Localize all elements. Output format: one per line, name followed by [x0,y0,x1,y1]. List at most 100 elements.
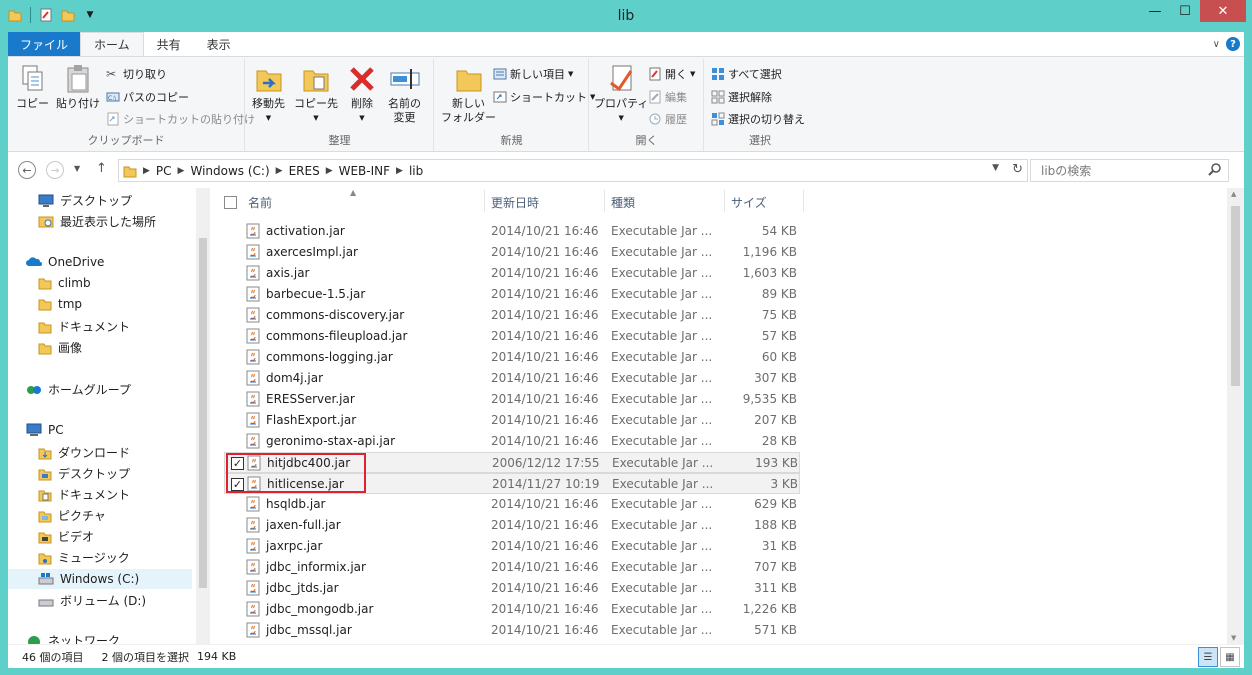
close-icon[interactable]: ✕ [1200,0,1246,22]
details-view-icon[interactable]: ☰ [1198,647,1218,667]
search-icon[interactable] [1208,163,1222,177]
file-row[interactable]: jdbc_mssql.jar 2014/10/21 16:46 Executable… [224,620,800,641]
file-row[interactable]: FlashExport.jar 2014/10/21 16:46 Executabl… [224,410,800,431]
breadcrumb-web-inf[interactable]: WEB-INF [339,164,390,178]
nav-scrollbar[interactable] [196,188,210,644]
copy-path-button[interactable]: C:\ パスのコピー [106,89,189,105]
file-list-scroll-thumb[interactable] [1231,206,1240,386]
breadcrumb-eres[interactable]: ERES [289,164,320,178]
nav-item-onedrive[interactable]: OneDrive [26,255,104,269]
column-divider[interactable] [484,190,485,212]
select-all-button[interactable]: すべて選択 [711,66,782,82]
tab-share[interactable]: 共有 [144,32,194,56]
open-button[interactable]: 開く ▼ [648,66,695,82]
column-header-size[interactable]: サイズ [731,194,767,211]
file-list-scrollbar[interactable]: ▲ ▼ [1227,188,1244,644]
nav-item-windows-c[interactable]: Windows (C:) [8,569,192,589]
file-row[interactable]: jdbc_mongodb.jar 2014/10/21 16:46 Executab… [224,599,800,620]
recent-locations-dropdown-icon[interactable]: ▼ [74,164,80,173]
column-divider[interactable] [604,190,605,212]
column-header-modified[interactable]: 更新日時 [491,194,539,211]
file-row[interactable]: commons-discovery.jar 2014/10/21 16:46 Exe… [224,305,800,326]
nav-item-documents[interactable]: ドキュメント [38,318,130,335]
select-none-button[interactable]: 選択解除 [711,89,772,105]
back-button[interactable]: ← [18,161,36,179]
minimize-icon[interactable]: — [1140,0,1170,22]
address-bar[interactable]: ▶ PC ▶ Windows (C:) ▶ ERES ▶ WEB-INF ▶ l… [118,159,1028,182]
maximize-icon[interactable]: ☐ [1170,0,1200,22]
column-header-type[interactable]: 種類 [611,194,635,211]
select-all-checkbox[interactable] [224,196,237,209]
large-icons-view-icon[interactable]: ▦ [1220,647,1240,667]
nav-item-music[interactable]: ミュージック [38,549,130,566]
chevron-right-icon[interactable]: ▶ [326,166,333,176]
file-row[interactable]: barbecue-1.5.jar 2014/10/21 16:46 Executab… [224,284,800,305]
delete-button[interactable]: 削除 ▼ [346,63,378,125]
nav-item-downloads[interactable]: ダウンロード [38,444,130,461]
file-row[interactable]: dom4j.jar 2014/10/21 16:46 Executable Jar … [224,368,800,389]
ribbon-collapse-icon[interactable]: ∨ [1213,39,1220,50]
history-button[interactable]: 履歴 [648,111,687,127]
file-row[interactable]: axercesImpl.jar 2014/10/21 16:46 Executabl… [224,242,800,263]
nav-item-pc-desktop[interactable]: デスクトップ [38,465,130,482]
help-icon[interactable]: ? [1226,37,1240,51]
tab-file[interactable]: ファイル [8,32,81,56]
file-row[interactable]: ERESServer.jar 2014/10/21 16:46 Executable… [224,389,800,410]
file-row[interactable]: hsqldb.jar 2014/10/21 16:46 Executable Jar… [224,494,800,515]
nav-item-volume-d[interactable]: ボリューム (D:) [38,592,146,609]
column-divider[interactable] [724,190,725,212]
breadcrumb-pc[interactable]: PC [156,164,172,178]
file-row[interactable]: jdbc_jtds.jar 2014/10/21 16:46 Executable … [224,578,800,599]
copy-button[interactable]: コピー [16,63,49,111]
nav-item-homegroup[interactable]: ホームグループ [26,381,131,398]
nav-item-pc[interactable]: PC [26,423,64,437]
cut-button[interactable]: ✂ 切り取り [106,66,167,82]
breadcrumb-lib[interactable]: lib [409,164,423,178]
edit-button[interactable]: 編集 [648,89,687,105]
scroll-up-icon[interactable]: ▲ [1231,190,1236,198]
chevron-right-icon[interactable]: ▶ [396,166,403,176]
paste-shortcut-button[interactable]: ショートカットの貼り付け [106,111,255,127]
nav-item-network[interactable]: ネットワーク [26,632,120,644]
nav-item-videos[interactable]: ビデオ [38,528,94,545]
file-row[interactable]: jaxen-full.jar 2014/10/21 16:46 Executable… [224,515,800,536]
tab-view[interactable]: 表示 [194,32,244,56]
rename-button[interactable]: 名前の 変更 [388,63,421,125]
column-divider[interactable] [803,190,804,212]
copy-to-button[interactable]: コピー先 ▼ [294,63,338,125]
breadcrumb-windows-c[interactable]: Windows (C:) [190,164,269,178]
nav-item-climb[interactable]: climb [38,276,91,290]
shortcut-button[interactable]: ショートカット ▼ [493,89,595,105]
address-dropdown-icon[interactable]: ▼ [992,163,999,173]
file-row[interactable]: axis.jar 2014/10/21 16:46 Executable Jar .… [224,263,800,284]
file-row[interactable]: jaxrpc.jar 2014/10/21 16:46 Executable Jar… [224,536,800,557]
new-folder-button[interactable]: 新しい フォルダー [441,63,496,125]
new-item-button[interactable]: 新しい項目 ▼ [493,66,573,82]
file-row[interactable]: commons-logging.jar 2014/10/21 16:46 Execu… [224,347,800,368]
nav-item-recent[interactable]: 最近表示した場所 [38,213,156,230]
file-row[interactable]: jdbc_informix.jar 2014/10/21 16:46 Executa… [224,557,800,578]
chevron-right-icon[interactable]: ▶ [276,166,283,176]
tab-home[interactable]: ホーム [80,32,144,56]
nav-item-desktop[interactable]: デスクトップ [38,192,132,209]
nav-item-pc-documents[interactable]: ドキュメント [38,486,130,503]
file-row[interactable]: geronimo-stax-api.jar 2014/10/21 16:46 Exe… [224,431,800,452]
refresh-icon[interactable]: ↻ [1012,162,1023,177]
column-header-name[interactable]: 名前 [248,194,272,211]
nav-scroll-thumb[interactable] [199,238,207,588]
scroll-down-icon[interactable]: ▼ [1231,634,1236,642]
nav-item-tmp[interactable]: tmp [38,297,82,311]
invert-selection-button[interactable]: 選択の切り替え [711,111,805,127]
move-to-button[interactable]: 移動先 ▼ [252,63,285,125]
properties-button[interactable]: プロパティ ▼ [594,63,648,125]
paste-button[interactable]: 貼り付け [56,63,100,111]
forward-button[interactable]: → [46,161,64,179]
chevron-right-icon[interactable]: ▶ [178,166,185,176]
network-icon [28,635,40,644]
file-row[interactable]: commons-fileupload.jar 2014/10/21 16:46 Ex… [224,326,800,347]
file-row[interactable]: activation.jar 2014/10/21 16:46 Executable… [224,221,800,242]
up-arrow-icon[interactable]: ↑ [96,161,107,176]
nav-item-pictures[interactable]: 画像 [38,339,82,356]
nav-item-pc-pictures[interactable]: ピクチャ [38,507,106,524]
search-input[interactable]: libの検索 [1030,159,1229,182]
